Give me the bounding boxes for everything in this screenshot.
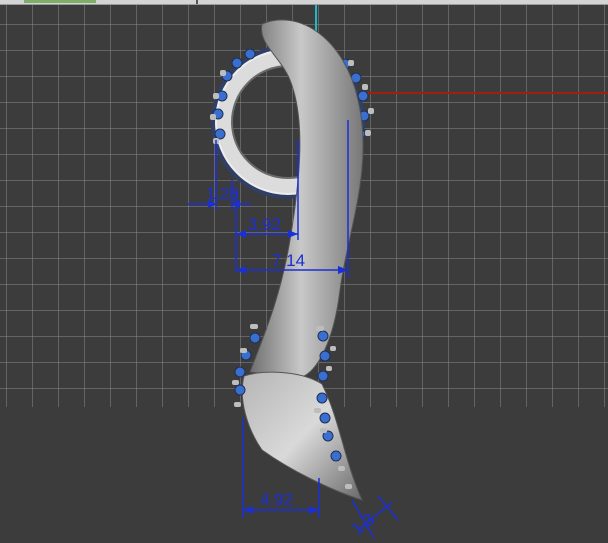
3d-viewport[interactable]: 1.26 3.92 7.14 4.92 1.3: [0, 0, 608, 543]
scene-canvas[interactable]: 1.26 3.92 7.14 4.92 1.3: [0, 0, 608, 543]
dimension-label-5: 1.3: [348, 509, 378, 539]
dimension-label-1: 1.26: [206, 184, 239, 203]
dimension-label-3: 7.14: [272, 251, 305, 270]
dimension-label-4: 4.92: [260, 490, 293, 509]
dimension-label-2: 3.92: [248, 215, 281, 234]
